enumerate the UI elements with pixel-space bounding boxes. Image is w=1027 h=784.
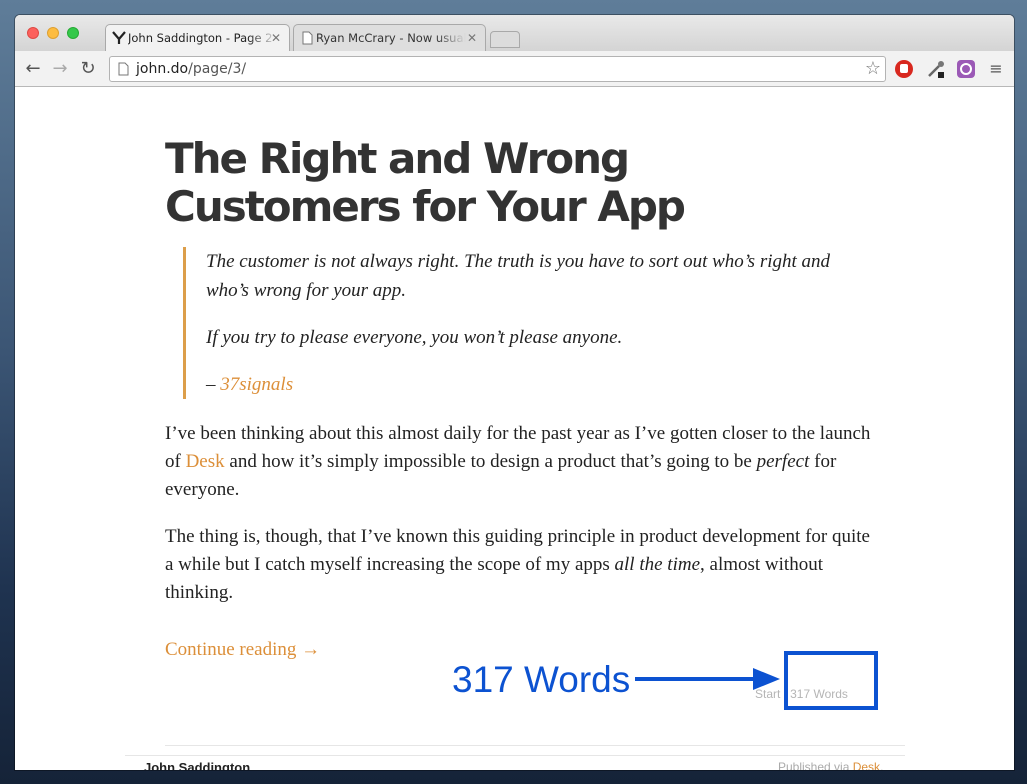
reload-icon[interactable]: ↻ bbox=[77, 58, 99, 80]
site-logo-icon bbox=[112, 31, 126, 44]
tab-john-saddington[interactable]: John Saddington - Page 2 o ✕ bbox=[105, 24, 290, 51]
body-paragraph: The thing is, though, that I’ve known th… bbox=[165, 526, 870, 603]
annotation-label: 317 Words bbox=[452, 659, 631, 700]
continue-reading-link[interactable]: Continue reading → bbox=[165, 639, 320, 661]
menu-icon[interactable]: ≡ bbox=[985, 58, 1007, 80]
adblock-icon[interactable] bbox=[893, 58, 915, 80]
url-text: john.do/page/3/ bbox=[136, 61, 247, 77]
close-window-button[interactable] bbox=[27, 27, 39, 39]
tab-ryan-mccrary[interactable]: Ryan McCrary - Now usual ✕ bbox=[293, 24, 486, 51]
quote-text: If you try to please everyone, you won’t… bbox=[206, 327, 623, 348]
bookmark-star-icon[interactable]: ☆ bbox=[865, 58, 881, 80]
tab-title: John Saddington - Page 2 o bbox=[128, 31, 278, 45]
annotation-arrow-icon bbox=[635, 668, 780, 690]
tab-title: Ryan McCrary - Now usual bbox=[316, 31, 466, 45]
maximize-window-button[interactable] bbox=[67, 27, 79, 39]
browser-window: John Saddington - Page 2 o ✕ Ryan McCrar… bbox=[15, 15, 1014, 770]
close-tab-icon[interactable]: ✕ bbox=[467, 25, 477, 51]
title-bar: John Saddington - Page 2 o ✕ Ryan McCrar… bbox=[15, 15, 1014, 51]
footer-author[interactable]: John Saddington bbox=[144, 760, 250, 770]
desk-link[interactable]: Desk bbox=[186, 451, 225, 472]
post-title[interactable]: The Right and Wrong Customers for Your A… bbox=[165, 135, 725, 231]
body-paragraph: I’ve been thinking about this almost dai… bbox=[165, 423, 871, 500]
divider bbox=[125, 755, 905, 756]
browser-toolbar: ← → ↻ john.do/page/3/ ☆ ≡ bbox=[15, 51, 1014, 87]
quote-source-link[interactable]: 37signals bbox=[220, 374, 293, 395]
new-tab-button[interactable] bbox=[490, 31, 520, 48]
annotation-box bbox=[784, 651, 878, 710]
desk-footer-link[interactable]: Desk bbox=[853, 760, 880, 770]
page-icon bbox=[118, 62, 129, 76]
address-bar[interactable]: john.do/page/3/ ☆ bbox=[109, 56, 886, 82]
extension-purple-icon[interactable] bbox=[955, 58, 977, 80]
eyedropper-icon[interactable] bbox=[925, 58, 947, 80]
close-tab-icon[interactable]: ✕ bbox=[271, 25, 281, 51]
quote-attribution: – 37signals bbox=[206, 374, 294, 395]
document-icon bbox=[302, 31, 313, 45]
forward-icon[interactable]: → bbox=[49, 58, 71, 80]
back-icon[interactable]: ← bbox=[22, 58, 44, 80]
blockquote: The customer is not always right. The tr… bbox=[183, 247, 833, 399]
quote-text: The customer is not always right. The tr… bbox=[206, 251, 831, 301]
page-content: The Right and Wrong Customers for Your A… bbox=[15, 87, 1014, 770]
minimize-window-button[interactable] bbox=[47, 27, 59, 39]
footer-published: Published via Desk. bbox=[778, 760, 883, 770]
divider bbox=[165, 745, 905, 746]
